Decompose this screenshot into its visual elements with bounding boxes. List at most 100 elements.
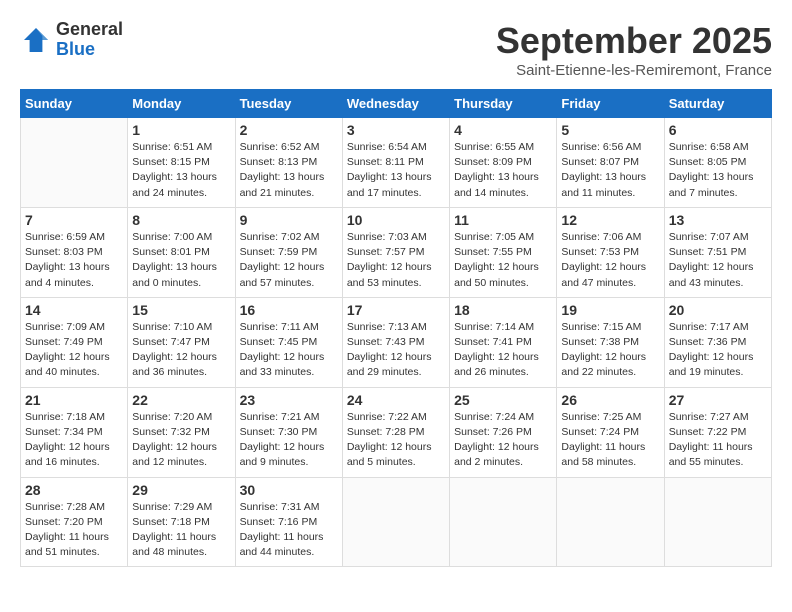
day-info: Sunrise: 7:11 AM Sunset: 7:45 PM Dayligh…: [240, 320, 338, 381]
weekday-header: Sunday: [21, 90, 128, 118]
calendar-cell: 19 Sunrise: 7:15 AM Sunset: 7:38 PM Dayli…: [557, 297, 664, 387]
calendar-cell: 27 Sunrise: 7:27 AM Sunset: 7:22 PM Dayli…: [664, 387, 771, 477]
weekday-header: Friday: [557, 90, 664, 118]
day-info: Sunrise: 7:21 AM Sunset: 7:30 PM Dayligh…: [240, 410, 338, 471]
day-number: 26: [561, 392, 659, 408]
weekday-header: Monday: [128, 90, 235, 118]
day-info: Sunrise: 6:58 AM Sunset: 8:05 PM Dayligh…: [669, 140, 767, 201]
day-number: 29: [132, 482, 230, 498]
day-number: 17: [347, 302, 445, 318]
day-info: Sunrise: 7:31 AM Sunset: 7:16 PM Dayligh…: [240, 500, 338, 561]
calendar-cell: 23 Sunrise: 7:21 AM Sunset: 7:30 PM Dayli…: [235, 387, 342, 477]
calendar-cell: 14 Sunrise: 7:09 AM Sunset: 7:49 PM Dayli…: [21, 297, 128, 387]
day-info: Sunrise: 7:22 AM Sunset: 7:28 PM Dayligh…: [347, 410, 445, 471]
day-info: Sunrise: 6:55 AM Sunset: 8:09 PM Dayligh…: [454, 140, 552, 201]
calendar-cell: 9 Sunrise: 7:02 AM Sunset: 7:59 PM Daylig…: [235, 207, 342, 297]
calendar-cell: 12 Sunrise: 7:06 AM Sunset: 7:53 PM Dayli…: [557, 207, 664, 297]
day-number: 25: [454, 392, 552, 408]
calendar-week-row: 14 Sunrise: 7:09 AM Sunset: 7:49 PM Dayli…: [21, 297, 772, 387]
day-info: Sunrise: 7:06 AM Sunset: 7:53 PM Dayligh…: [561, 230, 659, 291]
day-info: Sunrise: 6:56 AM Sunset: 8:07 PM Dayligh…: [561, 140, 659, 201]
calendar-cell: 2Sunrise: 6:52 AM Sunset: 8:13 PM Daylig…: [235, 118, 342, 208]
weekday-header: Saturday: [664, 90, 771, 118]
day-number: 23: [240, 392, 338, 408]
day-number: 18: [454, 302, 552, 318]
calendar-cell: 10 Sunrise: 7:03 AM Sunset: 7:57 PM Dayli…: [342, 207, 449, 297]
calendar-cell: 4 Sunrise: 6:55 AM Sunset: 8:09 PM Daylig…: [450, 118, 557, 208]
day-number: 9: [240, 212, 338, 228]
day-info: Sunrise: 7:17 AM Sunset: 7:36 PM Dayligh…: [669, 320, 767, 381]
day-number: 8: [132, 212, 230, 228]
day-number: 14: [25, 302, 123, 318]
calendar-cell: [450, 477, 557, 567]
calendar-cell: 25 Sunrise: 7:24 AM Sunset: 7:26 PM Dayli…: [450, 387, 557, 477]
calendar-cell: 20Sunrise: 7:17 AM Sunset: 7:36 PM Dayli…: [664, 297, 771, 387]
calendar-cell: [557, 477, 664, 567]
day-number: 27: [669, 392, 767, 408]
day-number: 15: [132, 302, 230, 318]
day-info: Sunrise: 7:20 AM Sunset: 7:32 PM Dayligh…: [132, 410, 230, 471]
day-number: 11: [454, 212, 552, 228]
logo-icon: [20, 24, 52, 56]
calendar-week-row: 7Sunrise: 6:59 AM Sunset: 8:03 PM Daylig…: [21, 207, 772, 297]
logo: General Blue: [20, 20, 123, 60]
calendar-cell: 29Sunrise: 7:29 AM Sunset: 7:18 PM Dayli…: [128, 477, 235, 567]
calendar-cell: 28 Sunrise: 7:28 AM Sunset: 7:20 PM Dayli…: [21, 477, 128, 567]
calendar-cell: 17Sunrise: 7:13 AM Sunset: 7:43 PM Dayli…: [342, 297, 449, 387]
logo-text: General Blue: [56, 20, 123, 60]
day-number: 28: [25, 482, 123, 498]
calendar-cell: 7Sunrise: 6:59 AM Sunset: 8:03 PM Daylig…: [21, 207, 128, 297]
title-area: September 2025 Saint-Etienne-les-Remirem…: [496, 20, 772, 79]
day-info: Sunrise: 7:03 AM Sunset: 7:57 PM Dayligh…: [347, 230, 445, 291]
day-info: Sunrise: 7:28 AM Sunset: 7:20 PM Dayligh…: [25, 500, 123, 561]
month-title: September 2025: [496, 20, 772, 62]
calendar-cell: 30 Sunrise: 7:31 AM Sunset: 7:16 PM Dayli…: [235, 477, 342, 567]
day-number: 6: [669, 122, 767, 138]
day-number: 13: [669, 212, 767, 228]
calendar-cell: 15 Sunrise: 7:10 AM Sunset: 7:47 PM Dayli…: [128, 297, 235, 387]
weekday-row: SundayMondayTuesdayWednesdayThursdayFrid…: [21, 90, 772, 118]
day-number: 22: [132, 392, 230, 408]
day-info: Sunrise: 7:15 AM Sunset: 7:38 PM Dayligh…: [561, 320, 659, 381]
day-number: 12: [561, 212, 659, 228]
calendar-cell: 21Sunrise: 7:18 AM Sunset: 7:34 PM Dayli…: [21, 387, 128, 477]
day-number: 1: [132, 122, 230, 138]
weekday-header: Thursday: [450, 90, 557, 118]
calendar-cell: 5 Sunrise: 6:56 AM Sunset: 8:07 PM Daylig…: [557, 118, 664, 208]
calendar-cell: [342, 477, 449, 567]
calendar-week-row: 1Sunrise: 6:51 AM Sunset: 8:15 PM Daylig…: [21, 118, 772, 208]
day-number: 7: [25, 212, 123, 228]
day-info: Sunrise: 7:25 AM Sunset: 7:24 PM Dayligh…: [561, 410, 659, 471]
day-info: Sunrise: 7:09 AM Sunset: 7:49 PM Dayligh…: [25, 320, 123, 381]
day-info: Sunrise: 7:05 AM Sunset: 7:55 PM Dayligh…: [454, 230, 552, 291]
day-number: 30: [240, 482, 338, 498]
day-info: Sunrise: 7:14 AM Sunset: 7:41 PM Dayligh…: [454, 320, 552, 381]
calendar-cell: 24Sunrise: 7:22 AM Sunset: 7:28 PM Dayli…: [342, 387, 449, 477]
calendar-cell: 26 Sunrise: 7:25 AM Sunset: 7:24 PM Dayli…: [557, 387, 664, 477]
day-info: Sunrise: 7:02 AM Sunset: 7:59 PM Dayligh…: [240, 230, 338, 291]
calendar-cell: 16Sunrise: 7:11 AM Sunset: 7:45 PM Dayli…: [235, 297, 342, 387]
day-number: 3: [347, 122, 445, 138]
weekday-header: Wednesday: [342, 90, 449, 118]
day-number: 2: [240, 122, 338, 138]
day-number: 4: [454, 122, 552, 138]
calendar-body: 1Sunrise: 6:51 AM Sunset: 8:15 PM Daylig…: [21, 118, 772, 567]
calendar-cell: 13Sunrise: 7:07 AM Sunset: 7:51 PM Dayli…: [664, 207, 771, 297]
calendar-cell: 8Sunrise: 7:00 AM Sunset: 8:01 PM Daylig…: [128, 207, 235, 297]
day-info: Sunrise: 7:24 AM Sunset: 7:26 PM Dayligh…: [454, 410, 552, 471]
day-info: Sunrise: 7:18 AM Sunset: 7:34 PM Dayligh…: [25, 410, 123, 471]
calendar-cell: 11 Sunrise: 7:05 AM Sunset: 7:55 PM Dayli…: [450, 207, 557, 297]
header: General Blue September 2025 Saint-Etienn…: [20, 20, 772, 79]
calendar-cell: [21, 118, 128, 208]
calendar-cell: 6 Sunrise: 6:58 AM Sunset: 8:05 PM Daylig…: [664, 118, 771, 208]
weekday-header: Tuesday: [235, 90, 342, 118]
day-info: Sunrise: 7:10 AM Sunset: 7:47 PM Dayligh…: [132, 320, 230, 381]
calendar-cell: 22 Sunrise: 7:20 AM Sunset: 7:32 PM Dayli…: [128, 387, 235, 477]
day-number: 19: [561, 302, 659, 318]
location-title: Saint-Etienne-les-Remiremont, France: [496, 62, 772, 79]
calendar-cell: 1Sunrise: 6:51 AM Sunset: 8:15 PM Daylig…: [128, 118, 235, 208]
day-number: 5: [561, 122, 659, 138]
day-info: Sunrise: 7:27 AM Sunset: 7:22 PM Dayligh…: [669, 410, 767, 471]
day-number: 10: [347, 212, 445, 228]
calendar-week-row: 28 Sunrise: 7:28 AM Sunset: 7:20 PM Dayli…: [21, 477, 772, 567]
